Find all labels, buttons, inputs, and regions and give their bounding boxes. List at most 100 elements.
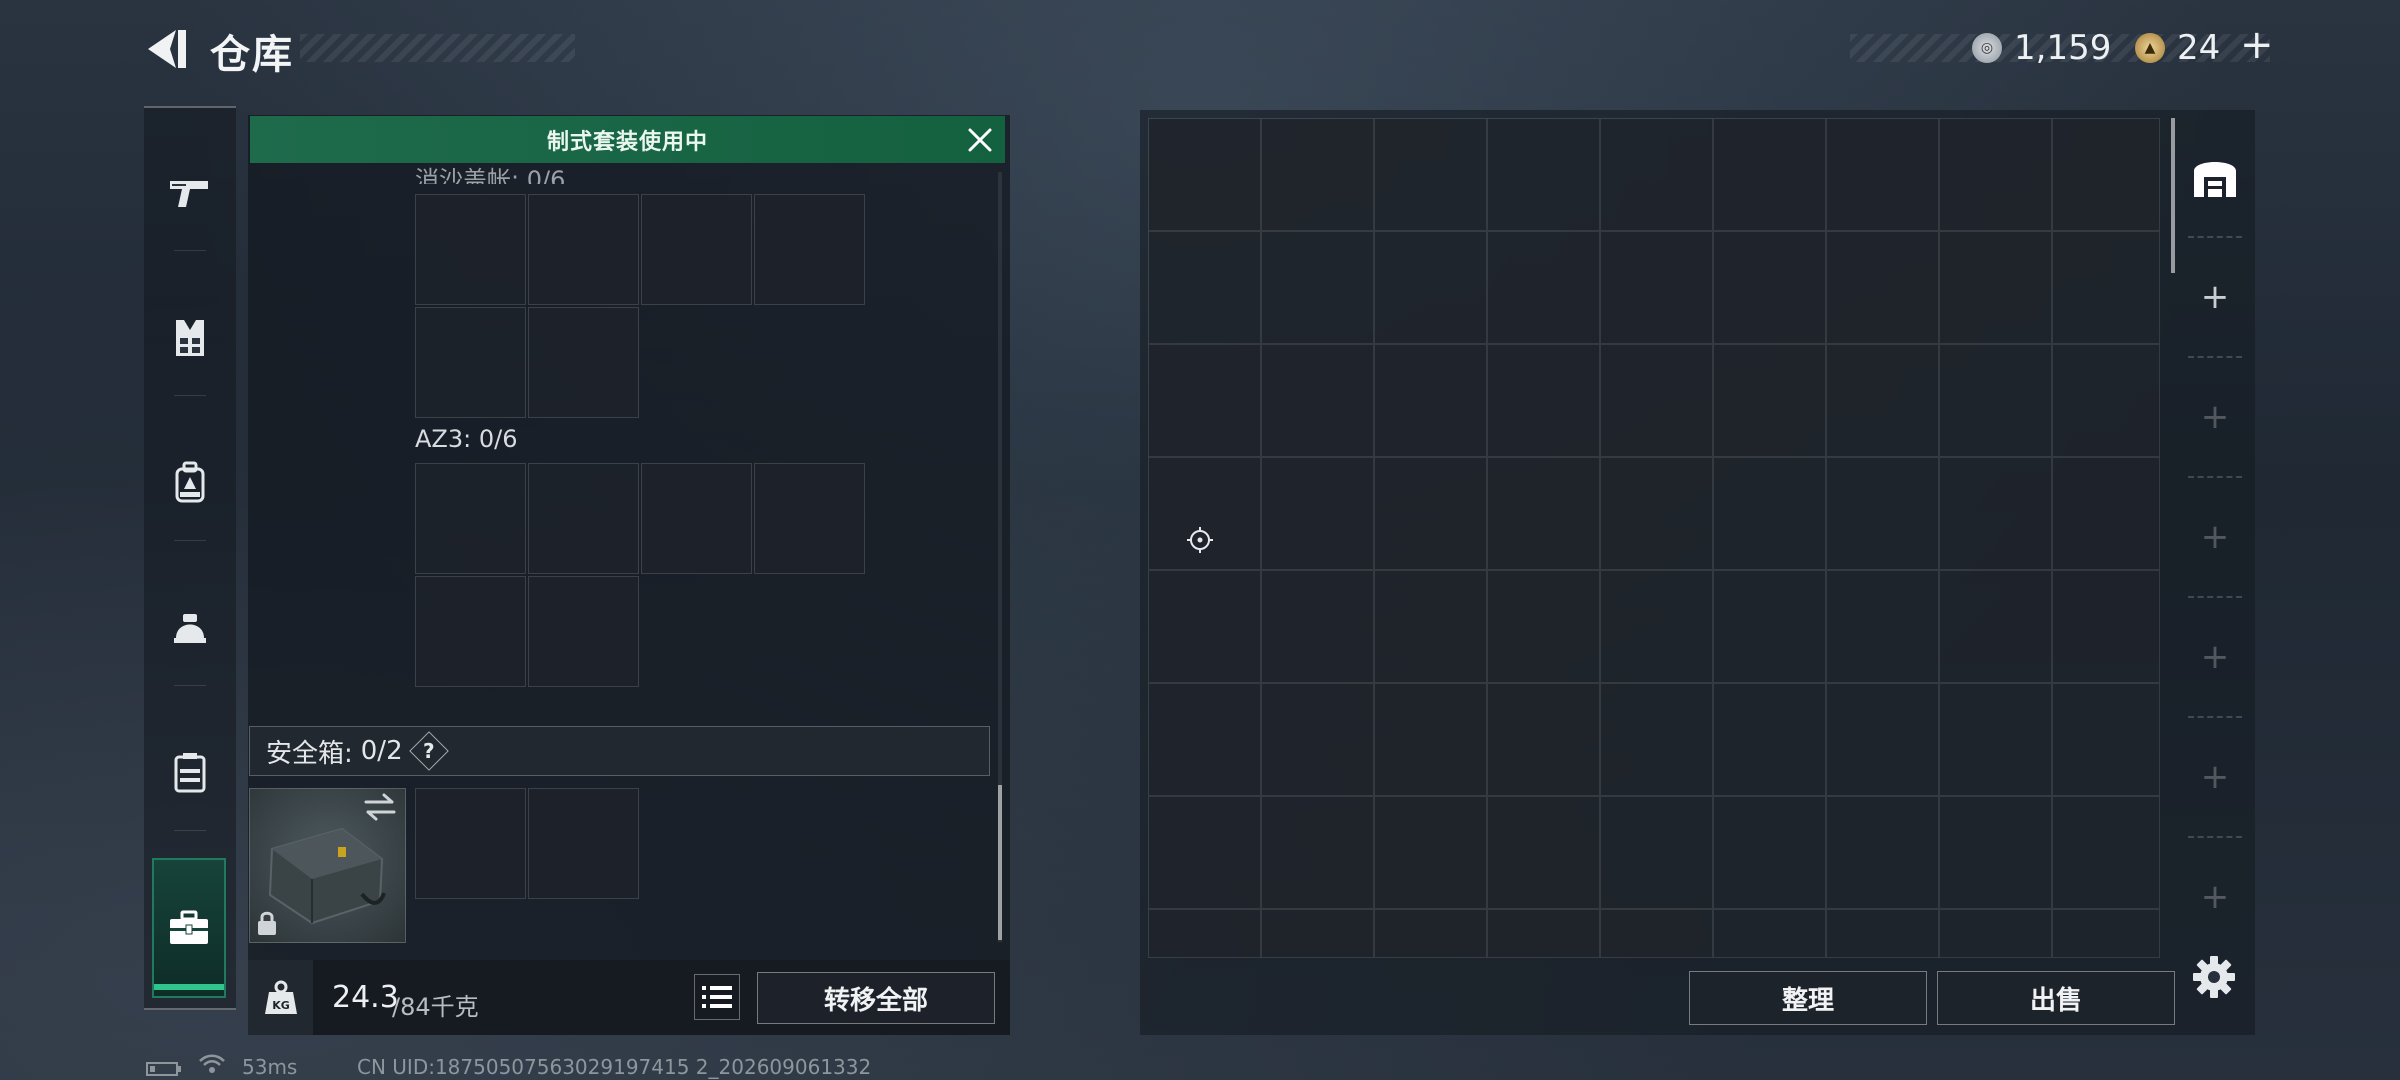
storage-cell[interactable] [1713,344,1826,457]
sort-button[interactable]: 整理 [1689,971,1927,1025]
storage-tab-add[interactable]: + [2180,718,2250,836]
settings-button[interactable] [2192,955,2236,999]
safe-box-help-button[interactable]: ? [408,731,449,771]
storage-cell[interactable] [1600,570,1713,683]
slot-cell[interactable] [415,194,526,305]
storage-tab-main[interactable] [2180,118,2250,236]
right-scrollbar-thumb[interactable] [2171,118,2175,273]
nav-item-armor[interactable] [144,288,236,388]
storage-cell[interactable] [1826,457,1939,570]
storage-cell[interactable] [1600,796,1713,909]
storage-cell[interactable] [2052,683,2159,796]
slot-cell[interactable] [528,576,639,687]
slot-cell[interactable] [641,463,752,574]
storage-cell[interactable] [1713,796,1826,909]
storage-cell[interactable] [2052,909,2159,957]
storage-cell[interactable] [1600,231,1713,344]
storage-cell[interactable] [1261,231,1374,344]
storage-cell[interactable] [1261,909,1374,957]
storage-cell[interactable] [1149,796,1261,909]
storage-cell[interactable] [2052,231,2159,344]
storage-cell[interactable] [1261,457,1374,570]
storage-cell[interactable] [1713,119,1826,231]
storage-cell[interactable] [1149,344,1261,457]
storage-cell[interactable] [1939,231,2052,344]
transfer-all-button[interactable]: 转移全部 [757,972,995,1024]
storage-cell[interactable] [1374,457,1487,570]
sell-button[interactable]: 出售 [1937,971,2175,1025]
swap-icon[interactable] [362,792,398,822]
storage-cell[interactable] [1149,683,1261,796]
slot-cell[interactable] [415,576,526,687]
storage-cell[interactable] [1374,344,1487,457]
slot-cell[interactable] [528,307,639,418]
storage-cell[interactable] [1939,119,2052,231]
storage-cell[interactable] [1487,683,1600,796]
storage-cell[interactable] [1261,344,1374,457]
storage-tab-add[interactable]: + [2180,478,2250,596]
storage-cell[interactable] [1826,119,1939,231]
storage-tab-add[interactable]: + [2180,838,2250,956]
storage-cell[interactable] [1826,231,1939,344]
storage-cell[interactable] [1939,909,2052,957]
nav-item-chest-rig[interactable] [144,723,236,823]
storage-grid[interactable] [1148,118,2160,958]
storage-cell[interactable] [1713,909,1826,957]
slot-cell[interactable] [415,307,526,418]
storage-cell[interactable] [1939,796,2052,909]
storage-cell[interactable] [1261,683,1374,796]
storage-cell[interactable] [1487,796,1600,909]
storage-cell[interactable] [2052,457,2159,570]
nav-item-safe-box[interactable] [152,858,226,998]
storage-cell[interactable] [1374,909,1487,957]
safe-slot-cell[interactable] [528,788,639,899]
storage-cell[interactable] [1487,231,1600,344]
storage-cell[interactable] [1374,683,1487,796]
storage-cell[interactable] [1826,796,1939,909]
left-scrollbar-thumb[interactable] [998,785,1002,940]
storage-cell[interactable] [1149,570,1261,683]
storage-cell[interactable] [1600,119,1713,231]
slot-cell[interactable] [415,463,526,574]
storage-cell[interactable] [1487,344,1600,457]
nav-item-weapon[interactable] [144,143,236,243]
slot-cell[interactable] [641,194,752,305]
storage-cell[interactable] [1939,570,2052,683]
storage-cell[interactable] [1713,231,1826,344]
storage-cell[interactable] [1261,570,1374,683]
storage-cell[interactable] [1600,683,1713,796]
storage-cell[interactable] [1487,457,1600,570]
storage-cell[interactable] [1600,457,1713,570]
storage-cell[interactable] [1374,119,1487,231]
nav-item-backpack[interactable] [144,433,236,533]
storage-cell[interactable] [1826,909,1939,957]
storage-cell[interactable] [1487,909,1600,957]
storage-cell[interactable] [1374,796,1487,909]
storage-cell[interactable] [1261,119,1374,231]
slot-cell[interactable] [754,194,865,305]
safe-slot-cell[interactable] [415,788,526,899]
storage-cell[interactable] [1826,570,1939,683]
storage-cell[interactable] [1149,909,1261,957]
storage-cell[interactable] [1487,570,1600,683]
storage-cell[interactable] [1374,570,1487,683]
storage-cell[interactable] [1713,570,1826,683]
storage-cell[interactable] [1713,457,1826,570]
storage-cell[interactable] [1374,231,1487,344]
storage-cell[interactable] [1826,344,1939,457]
storage-cell[interactable] [1600,344,1713,457]
storage-cell[interactable] [1826,683,1939,796]
back-button[interactable] [140,26,190,72]
storage-cell[interactable] [1939,457,2052,570]
storage-tab-add[interactable]: + [2180,358,2250,476]
storage-cell[interactable] [1487,119,1600,231]
storage-cell[interactable] [1149,119,1261,231]
slot-cell[interactable] [754,463,865,574]
slot-cell[interactable] [528,194,639,305]
storage-cell[interactable] [1600,909,1713,957]
storage-cell[interactable] [1713,683,1826,796]
storage-cell[interactable] [1939,344,2052,457]
storage-cell[interactable] [2052,344,2159,457]
storage-cell[interactable] [2052,119,2159,231]
storage-cell[interactable] [2052,796,2159,909]
